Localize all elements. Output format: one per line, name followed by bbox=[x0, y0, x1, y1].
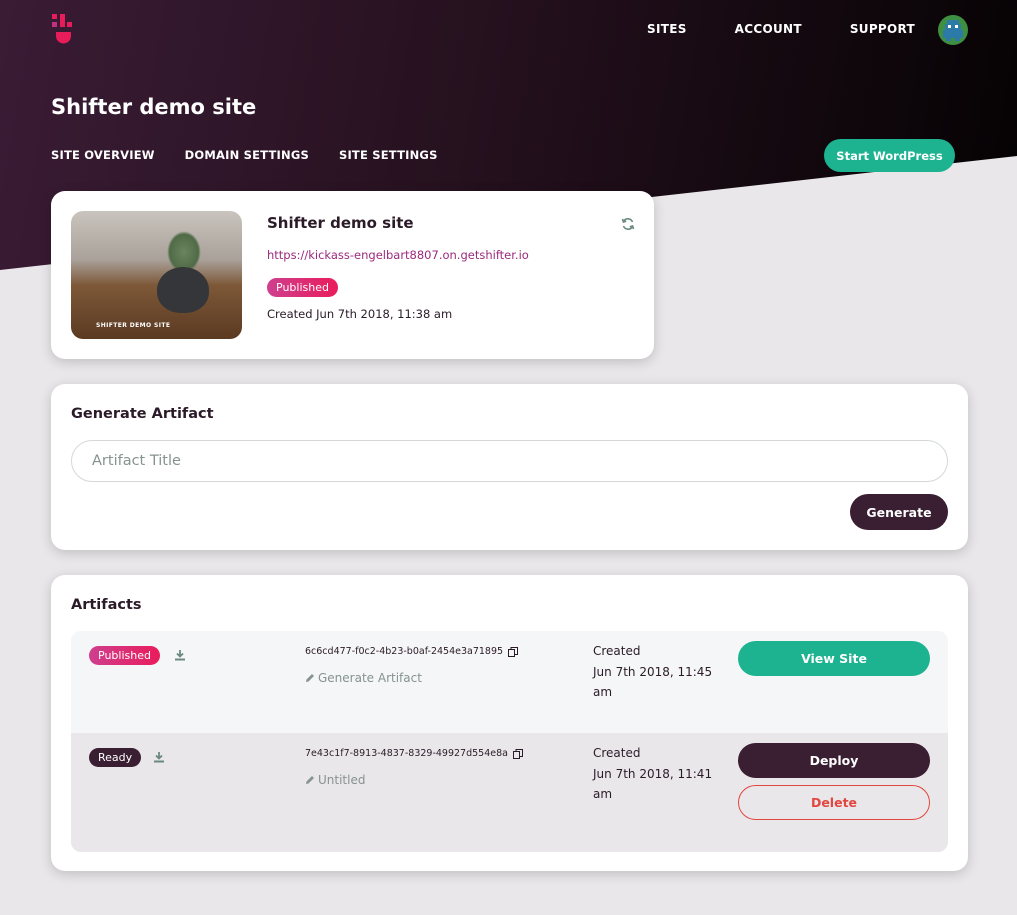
delete-button[interactable]: Delete bbox=[738, 785, 930, 820]
artifact-hash-text: 7e43c1f7-8913-4837-8329-49927d554e8a bbox=[305, 748, 508, 759]
status-badge: Ready bbox=[89, 748, 142, 767]
artifact-name-text: Untitled bbox=[318, 773, 366, 787]
created-time: am bbox=[593, 685, 613, 699]
site-created-date: Created Jun 7th 2018, 11:38 am bbox=[267, 307, 453, 321]
created-label: Created bbox=[593, 746, 641, 760]
artifact-hash-text: 6c6cd477-f0c2-4b23-b0af-2454e3a71895 bbox=[305, 646, 504, 657]
nav-support[interactable]: SUPPORT bbox=[850, 22, 915, 36]
download-icon[interactable] bbox=[174, 649, 186, 661]
status-badge: Published bbox=[267, 278, 338, 297]
site-thumbnail[interactable]: SHIFTER DEMO SITE bbox=[71, 211, 242, 339]
tab-site-overview[interactable]: SITE OVERVIEW bbox=[51, 148, 155, 162]
download-icon[interactable] bbox=[153, 751, 165, 763]
tab-site-settings[interactable]: SITE SETTINGS bbox=[339, 148, 438, 162]
artifacts-title: Artifacts bbox=[71, 597, 142, 613]
artifact-created: Created Jun 7th 2018, 11:41 am bbox=[593, 743, 723, 805]
generate-artifact-title: Generate Artifact bbox=[71, 406, 214, 422]
status-badge: Published bbox=[89, 646, 160, 665]
site-name: Shifter demo site bbox=[267, 214, 414, 232]
artifact-name[interactable]: Generate Artifact bbox=[305, 671, 422, 685]
artifact-created: Created Jun 7th 2018, 11:45 am bbox=[593, 641, 723, 703]
site-subnav: SITE OVERVIEW DOMAIN SETTINGS SITE SETTI… bbox=[51, 148, 438, 162]
plant-pot bbox=[157, 267, 209, 313]
created-time: am bbox=[593, 787, 613, 801]
start-wordpress-button[interactable]: Start WordPress bbox=[824, 139, 955, 172]
artifacts-card: Artifacts Published 6c6cd477-f0c2-4b23-b… bbox=[51, 575, 968, 871]
copy-icon[interactable] bbox=[513, 748, 524, 759]
artifact-name[interactable]: Untitled bbox=[305, 773, 365, 787]
nav-account[interactable]: ACCOUNT bbox=[735, 22, 802, 36]
created-label: Created bbox=[593, 644, 641, 658]
artifact-title-input[interactable] bbox=[71, 440, 948, 482]
top-navigation: SITES ACCOUNT SUPPORT bbox=[647, 22, 915, 36]
thumbnail-caption: SHIFTER DEMO SITE bbox=[96, 322, 171, 329]
deploy-button[interactable]: Deploy bbox=[738, 743, 930, 778]
site-url-link[interactable]: https://kickass-engelbart8807.on.getshif… bbox=[267, 248, 529, 262]
created-date: Jun 7th 2018, 11:41 bbox=[593, 766, 713, 781]
refresh-icon[interactable] bbox=[621, 217, 635, 231]
nav-sites[interactable]: SITES bbox=[647, 22, 687, 36]
artifact-name-text: Generate Artifact bbox=[318, 671, 422, 685]
pencil-icon bbox=[306, 776, 314, 784]
generate-artifact-card: Generate Artifact Generate bbox=[51, 384, 968, 550]
tab-domain-settings[interactable]: DOMAIN SETTINGS bbox=[185, 148, 309, 162]
page-title: Shifter demo site bbox=[51, 95, 257, 119]
view-site-button[interactable]: View Site bbox=[738, 641, 930, 676]
artifacts-list: Published 6c6cd477-f0c2-4b23-b0af-2454e3… bbox=[71, 631, 948, 852]
artifact-row: Published 6c6cd477-f0c2-4b23-b0af-2454e3… bbox=[71, 631, 948, 733]
shifter-logo-icon[interactable] bbox=[50, 12, 76, 46]
pencil-icon bbox=[306, 674, 314, 682]
created-date: Jun 7th 2018, 11:45 bbox=[593, 664, 713, 679]
copy-icon[interactable] bbox=[508, 646, 519, 657]
artifact-hash: 7e43c1f7-8913-4837-8329-49927d554e8a bbox=[305, 748, 524, 759]
artifact-row: Ready 7e43c1f7-8913-4837-8329-49927d554e… bbox=[71, 733, 948, 852]
site-card: SHIFTER DEMO SITE Shifter demo site http… bbox=[51, 191, 654, 359]
avatar[interactable] bbox=[938, 15, 968, 45]
artifact-hash: 6c6cd477-f0c2-4b23-b0af-2454e3a71895 bbox=[305, 646, 519, 657]
generate-button[interactable]: Generate bbox=[850, 494, 948, 530]
